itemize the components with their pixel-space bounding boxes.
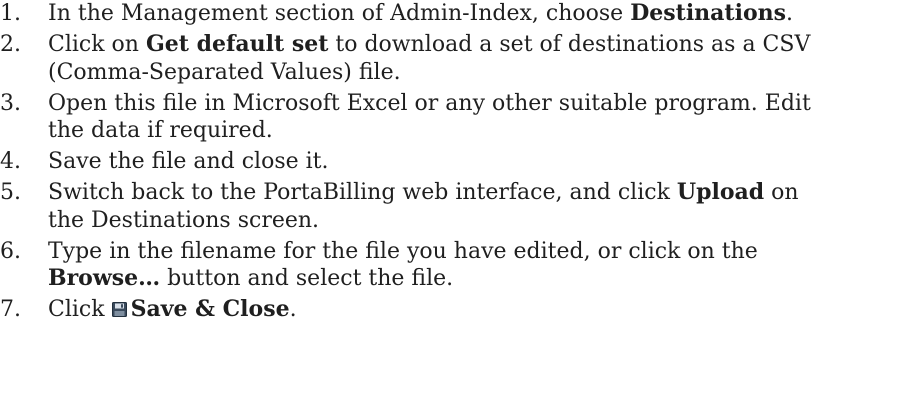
step-text-part: . (786, 1, 794, 26)
step-bold-term: Get default set (145, 30, 329, 57)
list-item-step-6: 6. Type in the filename for the file you… (0, 238, 913, 293)
step-text-part: Click (48, 297, 112, 323)
step-bold-term: Destinations (630, 0, 787, 26)
step-number: 7. (0, 297, 21, 323)
step-bold-term: Save & Close (130, 296, 290, 323)
step-number: 2. (0, 31, 21, 57)
step-number: 4. (0, 149, 21, 175)
document-page: 1. In the Management section of Admin-In… (0, 0, 921, 393)
step-text: In the Management section of Admin-Index… (48, 0, 913, 28)
step-text-part: to download a set of destinations as a C… (328, 31, 811, 57)
list-item-step-4: 4. Save the file and close it. (0, 148, 913, 176)
step-text-part: the data if required. (48, 118, 273, 144)
step-bold-term: Browse… (48, 265, 161, 292)
step-bold-term: Upload (676, 179, 765, 206)
list-item-step-5: 5. Switch back to the PortaBilling web i… (0, 179, 913, 234)
step-number: 6. (0, 238, 21, 264)
step-text: Switch back to the PortaBilling web inte… (48, 179, 913, 234)
floppy-disk-save-icon (111, 297, 127, 318)
step-text-part: . (289, 297, 297, 323)
step-number: 1. (0, 1, 21, 26)
step-number: 5. (0, 180, 21, 206)
list-item-step-7: 7. Click Save & Close. (0, 296, 913, 324)
instruction-list: 1. In the Management section of Admin-In… (0, 0, 913, 324)
step-text: Click Save & Close. (48, 296, 913, 324)
step-text-part: button and select the file. (160, 266, 454, 292)
step-text-part: (Comma-Separated Values) file. (48, 59, 401, 85)
step-text: Click on Get default set to download a s… (48, 31, 913, 86)
list-item-step-3: 3. Open this file in Microsoft Excel or … (0, 90, 913, 145)
list-item-step-1: 1. In the Management section of Admin-In… (0, 0, 913, 28)
step-text-part: Open this file in Microsoft Excel or any… (48, 90, 811, 116)
step-text-part: on (764, 180, 799, 206)
step-text-part: Click on (48, 31, 146, 57)
step-text: Type in the filename for the file you ha… (48, 238, 913, 293)
step-text-part: In the Management section of Admin-Index… (48, 1, 631, 26)
step-text: Save the file and close it. (48, 148, 913, 176)
step-number: 3. (0, 90, 21, 116)
step-text-part: Save the file and close it. (48, 149, 329, 175)
step-text-part: Switch back to the PortaBilling web inte… (48, 180, 677, 206)
list-item-step-2: 2. Click on Get default set to download … (0, 31, 913, 86)
step-text-part: Type in the filename for the file you ha… (48, 238, 758, 264)
step-text: Open this file in Microsoft Excel or any… (48, 90, 913, 145)
step-text-part: the Destinations screen. (48, 207, 320, 233)
